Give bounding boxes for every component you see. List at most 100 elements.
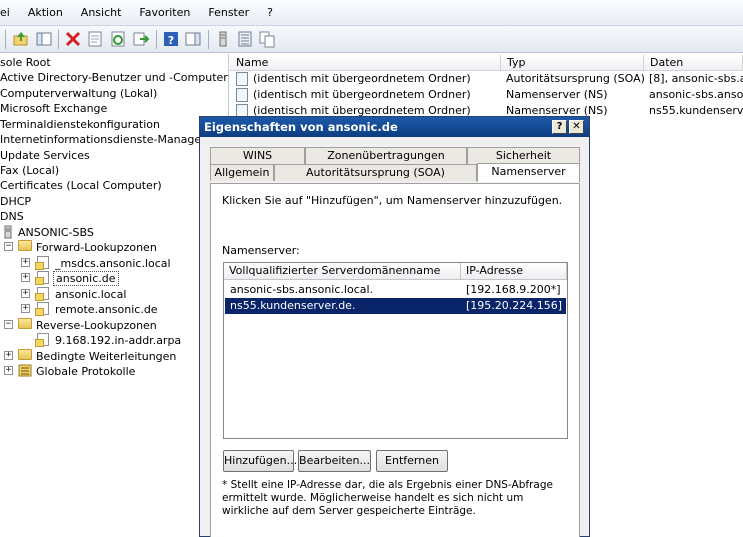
remove-button[interactable]: Entfernen <box>376 450 448 472</box>
name-server-ip: [195.20.224.156] <box>466 299 563 312</box>
up-folder-icon[interactable] <box>12 30 30 48</box>
server-icon[interactable] <box>214 30 232 48</box>
tab-name-servers[interactable]: Namenserver <box>477 163 580 182</box>
name-server-row[interactable]: ansonic-sbs.ansonic.local. [192.168.9.20… <box>225 282 566 298</box>
console-tree: sole Root Active Directory-Benutzer und … <box>0 54 229 537</box>
tree-item-label: Reverse-Lookupzonen <box>36 319 157 332</box>
menu-action[interactable]: Aktion <box>19 0 72 26</box>
svg-text:?: ? <box>168 34 174 47</box>
list-row[interactable]: (identisch mit übergeordnetem Ordner) Na… <box>230 87 743 103</box>
show-hide-tree-icon[interactable] <box>35 30 53 48</box>
zone-icon <box>35 333 49 347</box>
toolbar-separator <box>58 30 59 49</box>
column-header-fqdn[interactable]: Vollqualifizierter Serverdomänenname <box>224 263 461 280</box>
tab-zone-transfers[interactable]: Zonenübertragungen <box>305 147 467 164</box>
tab-general[interactable]: Allgemein <box>210 164 274 181</box>
folder-icon <box>18 349 32 360</box>
tab-security[interactable]: Sicherheit <box>467 147 580 164</box>
toolbar-separator <box>5 30 6 49</box>
edit-button[interactable]: Bearbeiten... <box>298 450 371 472</box>
expand-icon[interactable]: + <box>21 289 30 298</box>
expand-icon[interactable]: + <box>21 273 30 282</box>
tree-item-label: Bedingte Weiterleitungen <box>36 350 177 363</box>
tree-item-exchange[interactable]: Microsoft Exchange <box>0 101 107 116</box>
properties-icon[interactable] <box>86 30 104 48</box>
help-button[interactable]: ? <box>552 120 567 134</box>
list-row[interactable]: (identisch mit übergeordnetem Ordner) Au… <box>230 71 743 87</box>
record-icon <box>236 72 248 86</box>
column-header-name[interactable]: Name <box>230 55 501 71</box>
tree-item-label: ANSONIC-SBS <box>18 226 94 239</box>
toolbar-separator <box>156 30 157 49</box>
tab-wins[interactable]: WINS <box>210 147 305 164</box>
tree-item-dns[interactable]: DNS <box>0 209 24 224</box>
list-icon[interactable] <box>236 30 254 48</box>
refresh-icon[interactable] <box>109 30 127 48</box>
column-header-type[interactable]: Typ <box>501 55 644 71</box>
record-type: Namenserver (NS) <box>506 88 608 101</box>
record-data: ns55.kundenserver <box>649 104 743 117</box>
record-data: [8], ansonic-sbs.an <box>649 72 743 85</box>
tree-item-ansonic-local[interactable]: ansonic.local <box>55 287 126 302</box>
record-data: ansonic-sbs.ansoni <box>649 88 743 101</box>
tree-item-reverse-zone[interactable]: 9.168.192.in-addr.arpa <box>55 333 181 348</box>
export-icon[interactable] <box>132 30 150 48</box>
tree-item-label: Terminaldienstekonfiguration <box>0 118 160 131</box>
tree-item-console-root[interactable]: sole Root <box>0 55 51 70</box>
collapse-icon[interactable]: − <box>4 242 13 251</box>
column-header-ip[interactable]: IP-Adresse <box>461 263 567 280</box>
tree-item-ad-users[interactable]: Active Directory-Benutzer und -Computer … <box>0 70 228 85</box>
name-server-ip: [192.168.9.200*] <box>466 283 561 296</box>
expand-icon[interactable]: + <box>4 366 13 375</box>
collapse-icon[interactable]: − <box>4 320 13 329</box>
tree-item-msdcs[interactable]: _msdcs.ansonic.local <box>55 256 171 271</box>
tree-item-update-services[interactable]: Update Services <box>0 148 90 163</box>
tree-item-global-logs[interactable]: Globale Protokolle <box>36 364 135 379</box>
tree-item-fax[interactable]: Fax (Local) <box>0 163 59 178</box>
name-servers-list: Vollqualifizierter Serverdomänenname IP-… <box>223 262 568 439</box>
zone-icon <box>35 287 49 301</box>
tree-item-certificates[interactable]: Certificates (Local Computer) <box>0 178 162 193</box>
help-icon[interactable]: ? <box>162 30 180 48</box>
tree-item-label: Active Directory-Benutzer und -Computer … <box>0 71 228 84</box>
expand-icon[interactable]: + <box>21 304 30 313</box>
close-button[interactable]: ✕ <box>569 120 584 134</box>
tree-item-terminal-services[interactable]: Terminaldienstekonfiguration <box>0 117 160 132</box>
add-button[interactable]: Hinzufügen... <box>223 450 297 472</box>
expand-icon[interactable]: + <box>21 258 30 267</box>
name-server-row-selected[interactable]: ns55.kundenserver.de. [195.20.224.156] <box>225 298 566 314</box>
folder-icon <box>18 318 32 329</box>
record-type: Autoritätsursprung (SOA) <box>506 72 645 85</box>
tree-item-ansonic-de[interactable]: ansonic.de <box>53 271 119 286</box>
menu-file[interactable]: ei <box>0 0 19 26</box>
tree-item-forward-lookup[interactable]: Forward-Lookupzonen <box>36 240 157 255</box>
menu-window[interactable]: Fenster <box>199 0 258 26</box>
menu-view[interactable]: Ansicht <box>72 0 131 26</box>
copy-icon[interactable] <box>258 30 276 48</box>
tree-item-dhcp[interactable]: DHCP <box>0 194 31 209</box>
dialog-title: Eigenschaften von ansonic.de <box>204 120 398 134</box>
tree-item-iis-manager[interactable]: Internetinformationsdienste-Manager <box>0 132 206 147</box>
action-pane-icon[interactable] <box>184 30 202 48</box>
menu-help[interactable]: ? <box>258 0 282 26</box>
tree-item-label: Computerverwaltung (Lokal) <box>0 87 158 100</box>
name-server-fqdn: ns55.kundenserver.de. <box>230 299 356 312</box>
tab-soa[interactable]: Autoritätsursprung (SOA) <box>274 164 477 181</box>
tree-item-label: remote.ansonic.de <box>55 303 158 316</box>
dialog-title-bar[interactable]: Eigenschaften von ansonic.de ? ✕ <box>200 117 589 137</box>
record-name: (identisch mit übergeordnetem Ordner) <box>253 88 471 101</box>
column-header-data[interactable]: Daten <box>644 55 743 71</box>
tree-item-remote-ansonic-de[interactable]: remote.ansonic.de <box>55 302 158 317</box>
tree-item-label: Microsoft Exchange <box>0 102 108 115</box>
expand-icon[interactable]: + <box>4 351 13 360</box>
logs-icon <box>18 364 32 377</box>
tree-item-reverse-lookup[interactable]: Reverse-Lookupzonen <box>36 318 157 333</box>
menu-favorites[interactable]: Favoriten <box>130 0 199 26</box>
zone-icon <box>35 256 49 270</box>
zone-icon <box>35 271 49 285</box>
tree-item-computer-management[interactable]: Computerverwaltung (Lokal) <box>0 86 157 101</box>
tree-item-conditional-forwarders[interactable]: Bedingte Weiterleitungen <box>36 349 176 364</box>
tree-item-label: 9.168.192.in-addr.arpa <box>55 334 182 347</box>
delete-icon[interactable] <box>64 30 82 48</box>
record-name: (identisch mit übergeordnetem Ordner) <box>253 72 471 85</box>
